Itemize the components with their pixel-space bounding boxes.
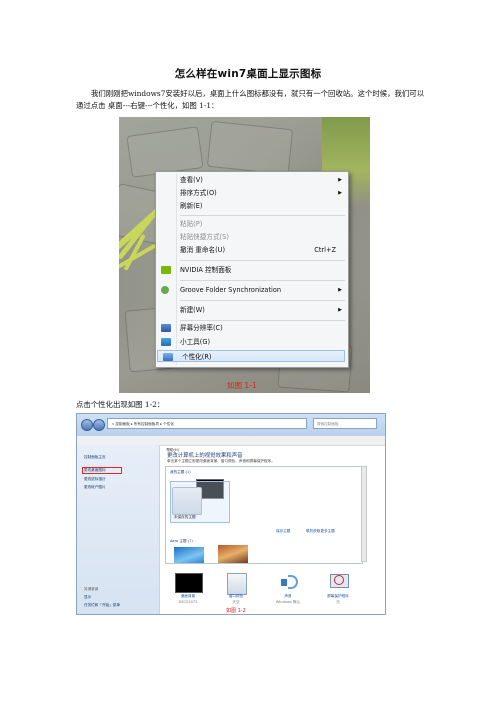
screen-saver-label[interactable]: 屏幕保护程序 bbox=[313, 594, 363, 599]
menu-item-paste[interactable]: 粘贴(P) bbox=[156, 218, 348, 230]
figure-1-2-screenshot: « 控制面板 ▸ 所有控制面板项 ▸ 个性化 搜索控制面板 文件(F) 编辑(E… bbox=[76, 413, 386, 615]
menu-separator bbox=[180, 260, 345, 261]
figure-1-2-caption: 如图 1-2 bbox=[226, 608, 246, 614]
my-themes-label: 我的主题 (1) bbox=[170, 470, 191, 474]
chevron-right-icon: ▶ bbox=[338, 177, 342, 183]
document-title: 怎么样在win7桌面上显示图标 bbox=[174, 68, 322, 80]
window-toolbar: « 控制面板 ▸ 所有控制面板项 ▸ 个性化 搜索控制面板 bbox=[77, 414, 385, 436]
aero-themes-label: Aero 主题 (7) bbox=[170, 539, 193, 543]
get-more-themes-link[interactable]: 联机获取更多主题 bbox=[306, 529, 335, 534]
menu-item-nvidia-control-panel[interactable]: NVIDIA 控制面板 bbox=[156, 264, 348, 276]
menu-separator bbox=[180, 320, 345, 321]
unsaved-theme-label: 未保存的主题 bbox=[174, 515, 196, 519]
window-color-value: 天空 bbox=[232, 600, 240, 604]
scrollbar[interactable] bbox=[361, 466, 367, 562]
paving-stone bbox=[206, 120, 294, 176]
screen-resolution-icon bbox=[161, 324, 171, 332]
desktop-background-icon[interactable] bbox=[175, 573, 203, 593]
chevron-right-icon: ▶ bbox=[338, 287, 342, 293]
forward-arrow-icon[interactable] bbox=[93, 419, 105, 431]
menu-item-new[interactable]: 新建(W) ▶ bbox=[156, 304, 348, 316]
sounds-icon[interactable] bbox=[279, 573, 299, 591]
desktop-background-label[interactable]: 桌面背景 bbox=[163, 594, 213, 599]
menu-item-personalize[interactable]: 个性化(R) bbox=[157, 350, 345, 362]
menu-item-sort-by[interactable]: 排序方式(O) ▶ bbox=[156, 187, 348, 199]
screen-saver-value: 无 bbox=[336, 600, 340, 604]
menu-item-paste-shortcut[interactable]: 粘贴快捷方式(S) bbox=[156, 231, 348, 243]
sounds-value: Windows 默认 bbox=[275, 600, 301, 604]
chevron-right-icon: ▶ bbox=[338, 190, 342, 196]
search-input[interactable]: 搜索控制面板 bbox=[313, 418, 377, 429]
nvidia-icon bbox=[161, 266, 171, 274]
menu-separator bbox=[180, 215, 345, 216]
menu-separator bbox=[180, 300, 345, 301]
window-color-label[interactable]: 窗口颜色 bbox=[211, 594, 261, 599]
menu-separator bbox=[180, 280, 345, 281]
menu-item-groove-sync[interactable]: Groove Folder Synchronization ▶ bbox=[156, 284, 348, 296]
sidebar-item-change-account-picture[interactable]: 更改帐户图片 bbox=[84, 485, 106, 490]
groove-icon bbox=[161, 286, 169, 294]
sidebar-item-display[interactable]: 显示 bbox=[84, 595, 91, 600]
sounds-label[interactable]: 声音 bbox=[263, 594, 313, 599]
screen-saver-icon[interactable] bbox=[329, 573, 349, 591]
menu-item-refresh[interactable]: 刷新(E) bbox=[156, 200, 348, 212]
back-arrow-icon[interactable] bbox=[81, 419, 93, 431]
aero-theme-architecture[interactable] bbox=[218, 545, 248, 563]
desktop-context-menu: 查看(V) ▶ 排序方式(O) ▶ 刷新(E) 粘贴(P) 粘贴快捷方式(S) … bbox=[155, 171, 349, 368]
highlight-box bbox=[82, 467, 122, 474]
theme-list: 我的主题 (1) 未保存的主题 保存主题 联机获取更多主题 Aero 主题 (7… bbox=[165, 466, 363, 564]
click-instruction: 点击个性化出现如图 1-2： bbox=[76, 400, 165, 409]
sidebar-item-taskbar-start[interactable]: 任务栏和「开始」菜单 bbox=[84, 603, 120, 608]
personalize-icon bbox=[163, 353, 173, 361]
page-subheading: 单击某个主题立即更改桌面背景、窗口颜色、声音和屏幕保护程序。 bbox=[167, 459, 275, 463]
window-color-icon[interactable] bbox=[227, 573, 247, 595]
desktop-background-value: DSC02072 bbox=[178, 600, 198, 604]
gadgets-icon bbox=[161, 338, 171, 346]
menu-item-undo-rename[interactable]: 撤消 重命名(U) Ctrl+Z bbox=[156, 244, 348, 256]
intro-paragraph: 我们刚刚把windows7安装好以后，桌面上什么图标都没有，就只有一个回收站。这… bbox=[76, 89, 425, 110]
menu-item-gadgets[interactable]: 小工具(G) bbox=[156, 336, 348, 348]
aero-theme-windows7[interactable] bbox=[174, 547, 204, 563]
sidebar: 控制面板主页 更改桌面图标 更改鼠标指针 更改帐户图片 另请参阅 显示 任务栏和… bbox=[77, 445, 160, 614]
menu-item-view[interactable]: 查看(V) ▶ bbox=[156, 174, 348, 186]
chevron-right-icon: ▶ bbox=[338, 307, 342, 313]
save-theme-link[interactable]: 保存主题 bbox=[276, 529, 290, 534]
sidebar-item-change-mouse-pointers[interactable]: 更改鼠标指针 bbox=[84, 477, 106, 482]
sidebar-item-control-panel-home[interactable]: 控制面板主页 bbox=[84, 455, 106, 460]
figure-1-1-caption: 如图 1-1 bbox=[227, 381, 257, 390]
sidebar-see-also-heading: 另请参阅 bbox=[84, 587, 99, 591]
menu-item-screen-resolution[interactable]: 屏幕分辨率(C) bbox=[156, 322, 348, 334]
page-heading: 更改计算机上的视觉效果和声音 bbox=[167, 453, 243, 459]
address-bar[interactable]: « 控制面板 ▸ 所有控制面板项 ▸ 个性化 bbox=[107, 418, 307, 429]
shortcut-label: Ctrl+Z bbox=[314, 246, 336, 254]
